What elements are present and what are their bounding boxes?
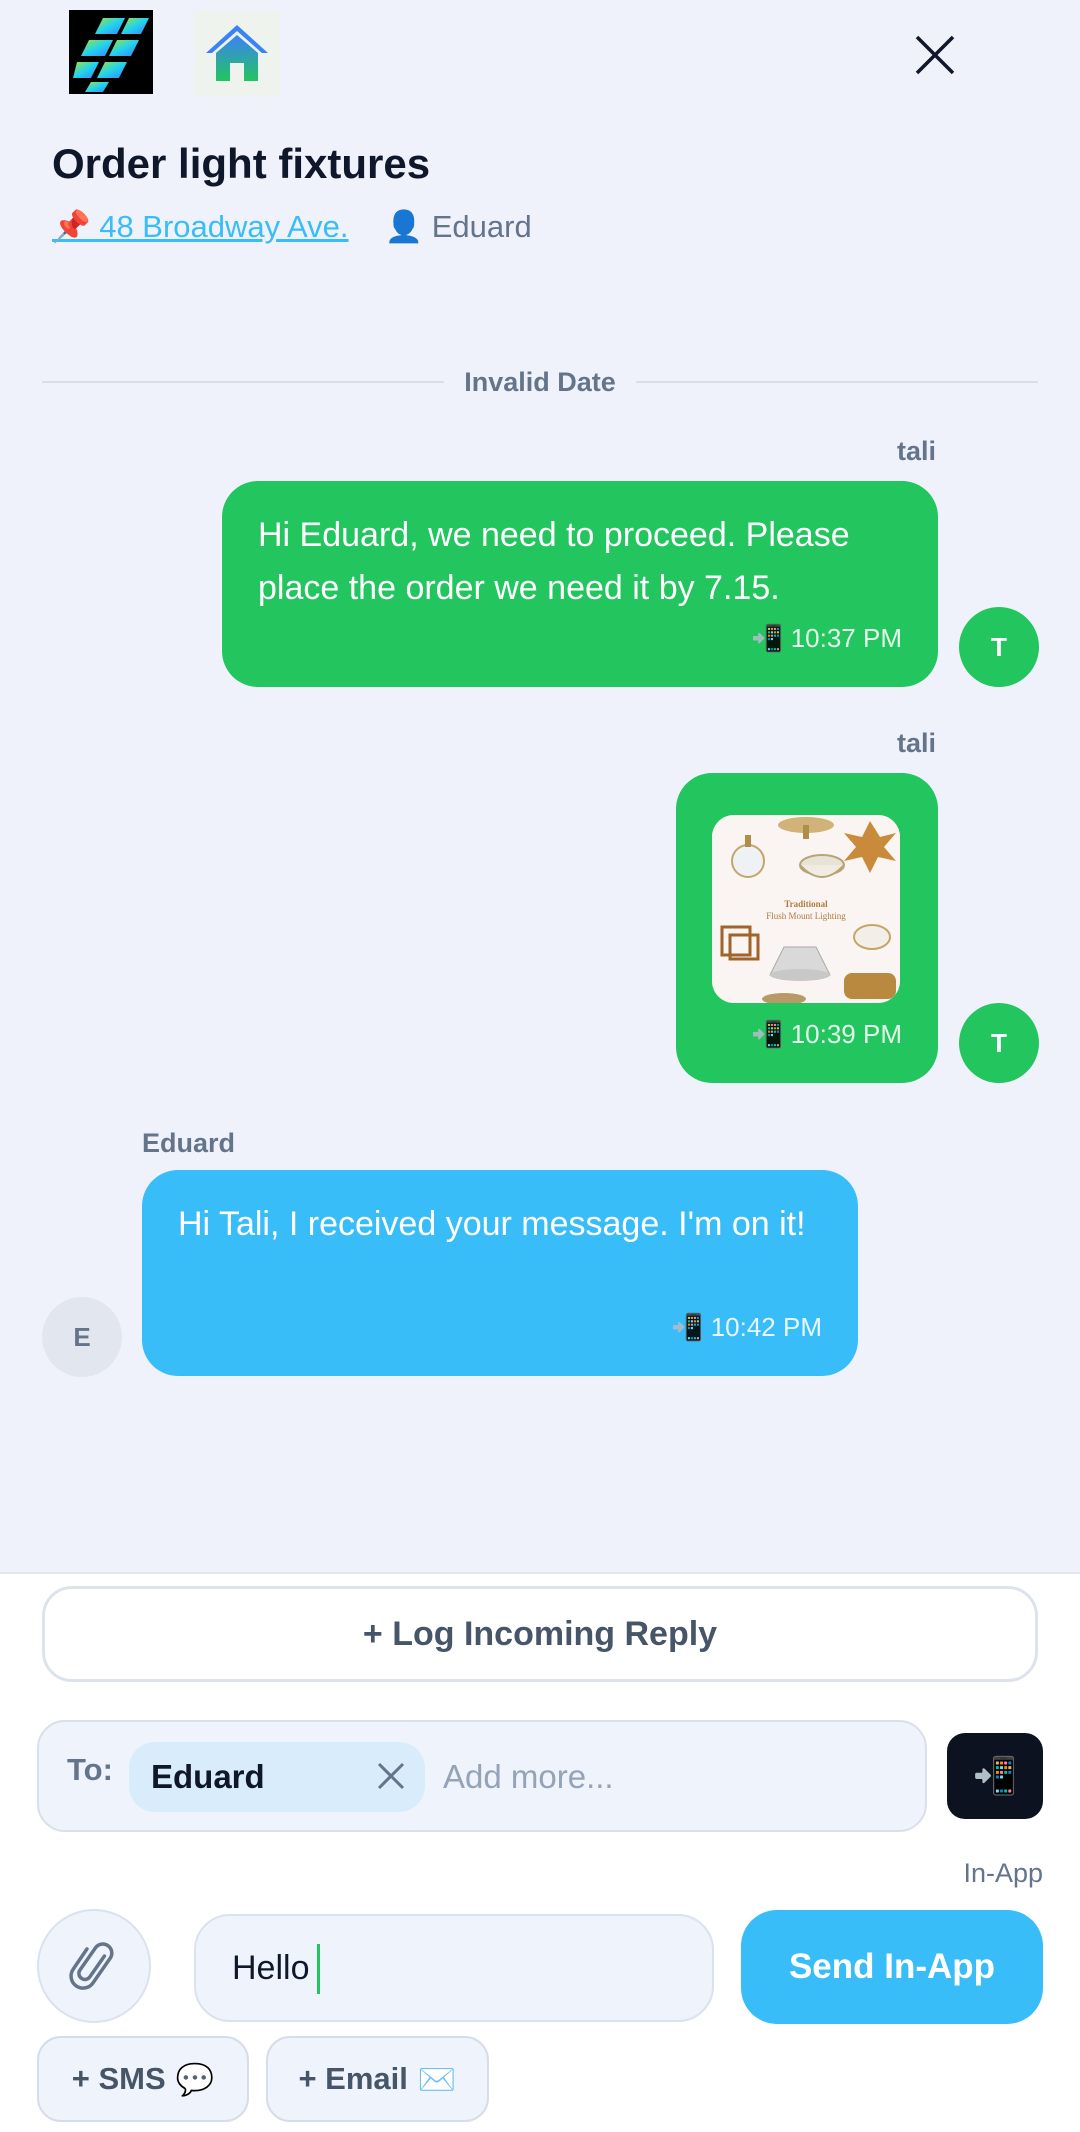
add-email-button[interactable]: + Email ✉️ [266, 2036, 489, 2122]
svg-text:Traditional: Traditional [784, 899, 828, 909]
close-button[interactable] [905, 25, 965, 85]
message-bubble-sent[interactable]: Hi Eduard, we need to proceed. Please pl… [222, 481, 938, 687]
task-meta: 📌 48 Broadway Ave. 👤 Eduard [52, 208, 532, 245]
message-bubble-received[interactable]: Hi Tali, I received your message. I'm on… [142, 1170, 858, 1376]
recipient-chip[interactable]: Eduard [129, 1742, 425, 1812]
log-incoming-reply-button[interactable]: + Log Incoming Reply [42, 1586, 1038, 1682]
attach-button[interactable] [37, 1909, 151, 2023]
message-time: 📲 10:37 PM [751, 623, 902, 653]
to-label: To: [67, 1752, 113, 1787]
envelope-icon: ✉️ [417, 2061, 457, 2097]
message-bubble-image[interactable]: Traditional Flush Mount Lighting 📲 10:39… [676, 773, 938, 1083]
header: Order light fixtures 📌 48 Broadway Ave. … [0, 0, 1080, 300]
message-text: Hi Tali, I received your message. I'm on… [178, 1205, 806, 1243]
message-time: 📲 10:39 PM [751, 1019, 902, 1049]
divider [635, 381, 1039, 383]
message-text: Hi Eduard, we need to proceed. Please pl… [258, 516, 850, 607]
close-icon [915, 35, 955, 75]
avatar: T [959, 1003, 1039, 1083]
message-time: 📲 10:42 PM [671, 1312, 822, 1342]
svg-text:Flush Mount Lighting: Flush Mount Lighting [766, 911, 846, 921]
avatar: E [42, 1297, 122, 1377]
add-recipient-input[interactable] [443, 1744, 883, 1810]
message-sender: Eduard [142, 1128, 236, 1158]
text-caret [317, 1944, 320, 1994]
recipient-name: Eduard [151, 1758, 265, 1795]
image-attachment[interactable]: Traditional Flush Mount Lighting [712, 815, 900, 1003]
speech-bubble-icon: 💬 [175, 2061, 215, 2097]
channel-label: In-App [963, 1858, 1043, 1888]
message-sender: tali [896, 728, 936, 758]
mobile-arrow-icon: 📲 [972, 1755, 1018, 1796]
paperclip-icon [69, 1942, 114, 1990]
channel-selector-button[interactable]: 📲 [947, 1733, 1043, 1819]
sms-label: + SMS [71, 2061, 166, 2096]
home-icon[interactable] [194, 10, 280, 96]
close-icon [377, 1762, 405, 1790]
email-label: + Email [298, 2061, 408, 2096]
remove-recipient-button[interactable] [371, 1756, 411, 1796]
message-input[interactable] [194, 1914, 714, 2022]
divider [42, 381, 445, 383]
send-in-app-button[interactable]: Send In-App [741, 1910, 1043, 2024]
date-separator: Invalid Date [42, 362, 1039, 402]
assignee-label: 👤 Eduard [384, 209, 532, 244]
avatar: T [959, 607, 1039, 687]
date-label: Invalid Date [464, 366, 616, 397]
page-title: Order light fixtures [52, 140, 431, 187]
app-logo-icon [69, 10, 153, 94]
recipient-field[interactable]: To: Eduard [37, 1720, 927, 1832]
message-sender: tali [896, 436, 936, 466]
address-link[interactable]: 📌 48 Broadway Ave. [52, 208, 349, 245]
add-sms-button[interactable]: + SMS 💬 [37, 2036, 249, 2122]
